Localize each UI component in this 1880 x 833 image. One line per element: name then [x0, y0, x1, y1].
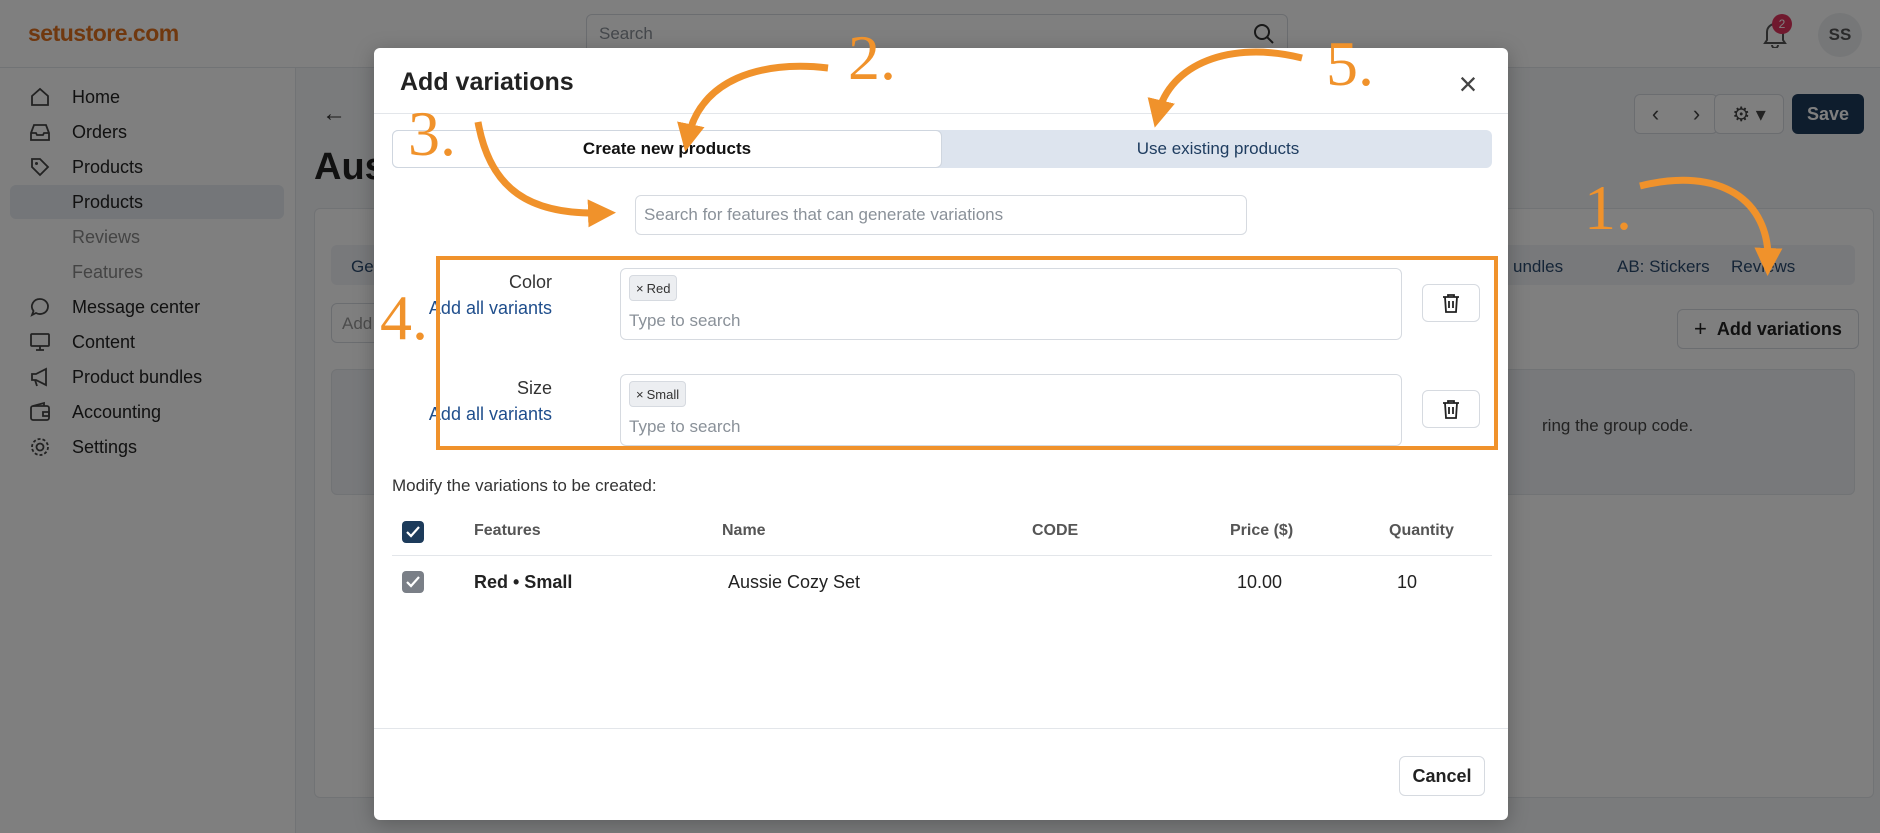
mode-switch: Create new products Use existing product… — [392, 130, 1492, 168]
divider — [374, 728, 1508, 729]
column-header-quantity: Quantity — [1389, 522, 1454, 539]
row-checkbox[interactable] — [402, 571, 424, 593]
close-icon[interactable]: × — [1452, 68, 1484, 100]
annotation-step-2: 2. — [848, 22, 896, 93]
cell-quantity-input[interactable]: 10 — [1397, 572, 1417, 593]
dialog-title: Add variations — [400, 68, 574, 96]
select-all-checkbox[interactable] — [402, 521, 424, 543]
cell-name-input[interactable]: Aussie Cozy Set — [728, 572, 860, 593]
annotation-step-1: 1. — [1584, 172, 1632, 243]
tab-use-existing-products[interactable]: Use existing products — [944, 130, 1492, 168]
check-icon — [406, 526, 420, 538]
annotation-step-5: 5. — [1326, 28, 1374, 99]
annotation-highlight-box — [436, 256, 1498, 450]
table-row: Red • Small Aussie Cozy Set 10.00 10 — [392, 558, 1492, 606]
column-header-code: CODE — [1032, 522, 1079, 539]
table-header: Features Name CODE Price ($) Quantity — [392, 508, 1492, 556]
cell-features: Red • Small — [474, 572, 573, 592]
tab-create-new-products[interactable]: Create new products — [392, 130, 942, 168]
check-icon — [406, 576, 420, 588]
modify-variations-label: Modify the variations to be created: — [392, 476, 657, 495]
annotation-step-4: 4. — [380, 282, 428, 353]
annotation-step-3: 3. — [408, 98, 456, 169]
cancel-button[interactable]: Cancel — [1399, 756, 1485, 796]
column-header-price: Price ($) — [1230, 522, 1294, 539]
column-header-name: Name — [722, 522, 766, 539]
feature-search-input[interactable]: Search for features that can generate va… — [635, 195, 1247, 235]
column-header-features: Features — [474, 522, 541, 539]
divider — [374, 113, 1508, 114]
cell-price-input[interactable]: 10.00 — [1237, 572, 1282, 593]
